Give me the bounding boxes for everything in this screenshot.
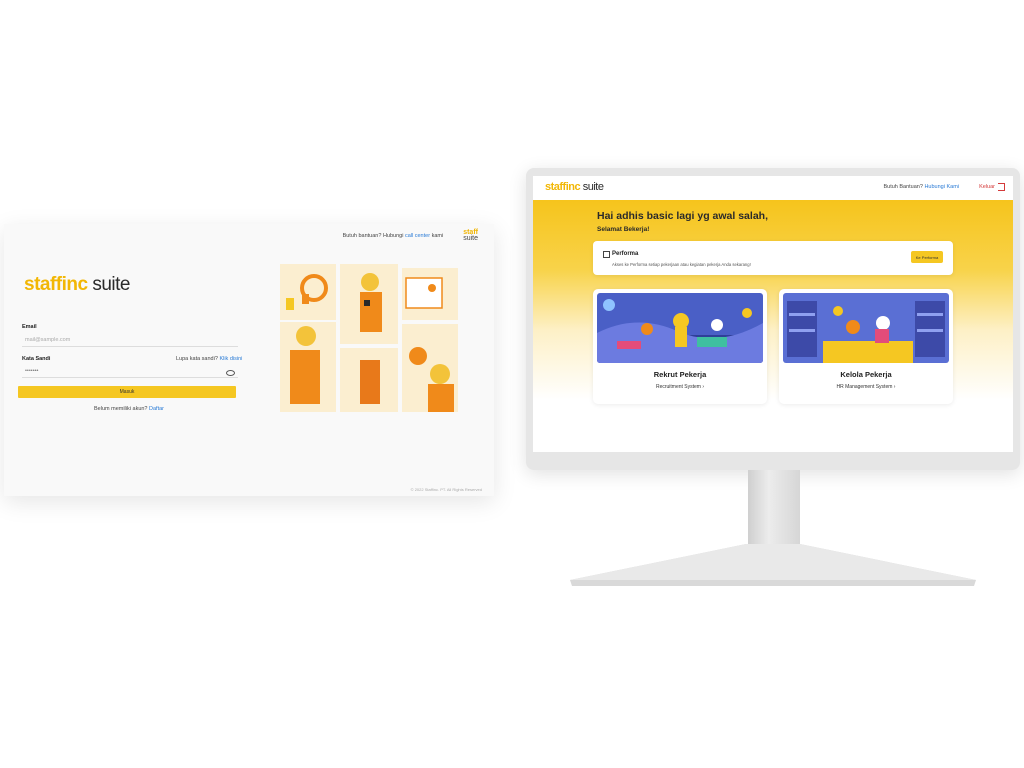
performa-button[interactable]: Ke Performa: [911, 251, 943, 263]
login-brand-logo: staffinc suite: [24, 274, 130, 295]
chevron-right-icon: ›: [893, 384, 896, 390]
hr-link[interactable]: HR Management System ›: [779, 384, 953, 390]
greeting-title: Hai adhis basic lagi yg awal salah,: [597, 210, 768, 222]
recruitment-illustration: [597, 293, 763, 363]
recruitment-title: Rekrut Pekerja: [653, 370, 707, 379]
greeting-subtitle: Selamat Bekerja!: [597, 226, 650, 233]
recruitment-link[interactable]: Recruitment System ›: [593, 384, 767, 390]
logout-button[interactable]: Keluar: [979, 183, 1005, 191]
document-icon: [603, 251, 610, 258]
register-link[interactable]: Daftar: [149, 406, 164, 412]
email-label: Email: [22, 324, 37, 330]
module-card-hr[interactable]: Kelola Pekerja HR Management System ›: [779, 289, 953, 404]
password-field[interactable]: •••••••: [22, 365, 238, 378]
login-screen: Butuh bantuan? Hubungi call center kami …: [4, 224, 494, 496]
monitor-stand-base: [570, 544, 976, 586]
forgot-password: Lupa kata sandi? Klik disini: [176, 356, 243, 362]
login-button[interactable]: Masuk: [18, 386, 236, 398]
hr-management-illustration: [783, 293, 949, 363]
hero-section: Hai adhis basic lagi yg awal salah, Sela…: [533, 200, 1013, 452]
password-label: Kata Sandi: [22, 356, 51, 362]
contact-us-link[interactable]: Hubungi Kami: [924, 184, 959, 190]
module-card-recruitment[interactable]: Rekrut Pekerja Recruitment System ›: [593, 289, 767, 404]
help-text: Butuh bantuan? Hubungi call center kami: [342, 233, 444, 239]
login-illustration: [280, 264, 458, 412]
dashboard-help: Butuh Bantuan? Hubungi Kami: [883, 184, 959, 190]
performa-description: Akses ke Performa setiap pekerjaan atau …: [612, 262, 751, 267]
register-text: Belum memiliki akun? Daftar: [94, 406, 165, 412]
dashboard-screen: staffinc suite Butuh Bantuan? Hubungi Ka…: [533, 176, 1013, 452]
performa-title: Performa: [612, 251, 639, 257]
forgot-password-link[interactable]: Klik disini: [219, 356, 242, 362]
mini-logo: staff suite: [463, 229, 478, 242]
logout-icon: [998, 183, 1005, 191]
performa-card: Performa Akses ke Performa setiap pekerj…: [593, 241, 953, 275]
copyright: © 2022 Staffinc. PT. All Rights Reserved: [410, 487, 482, 492]
login-topbar: Butuh bantuan? Hubungi call center kami …: [342, 229, 478, 242]
dashboard-brand-logo: staffinc suite: [545, 181, 604, 193]
chevron-right-icon: ›: [702, 384, 705, 390]
email-field[interactable]: mail@sample.com: [22, 334, 238, 347]
eye-icon[interactable]: [226, 370, 235, 376]
dashboard-topbar: staffinc suite Butuh Bantuan? Hubungi Ka…: [533, 176, 1013, 200]
hr-title: Kelola Pekerja: [840, 370, 892, 379]
call-center-link[interactable]: call center: [405, 233, 430, 239]
